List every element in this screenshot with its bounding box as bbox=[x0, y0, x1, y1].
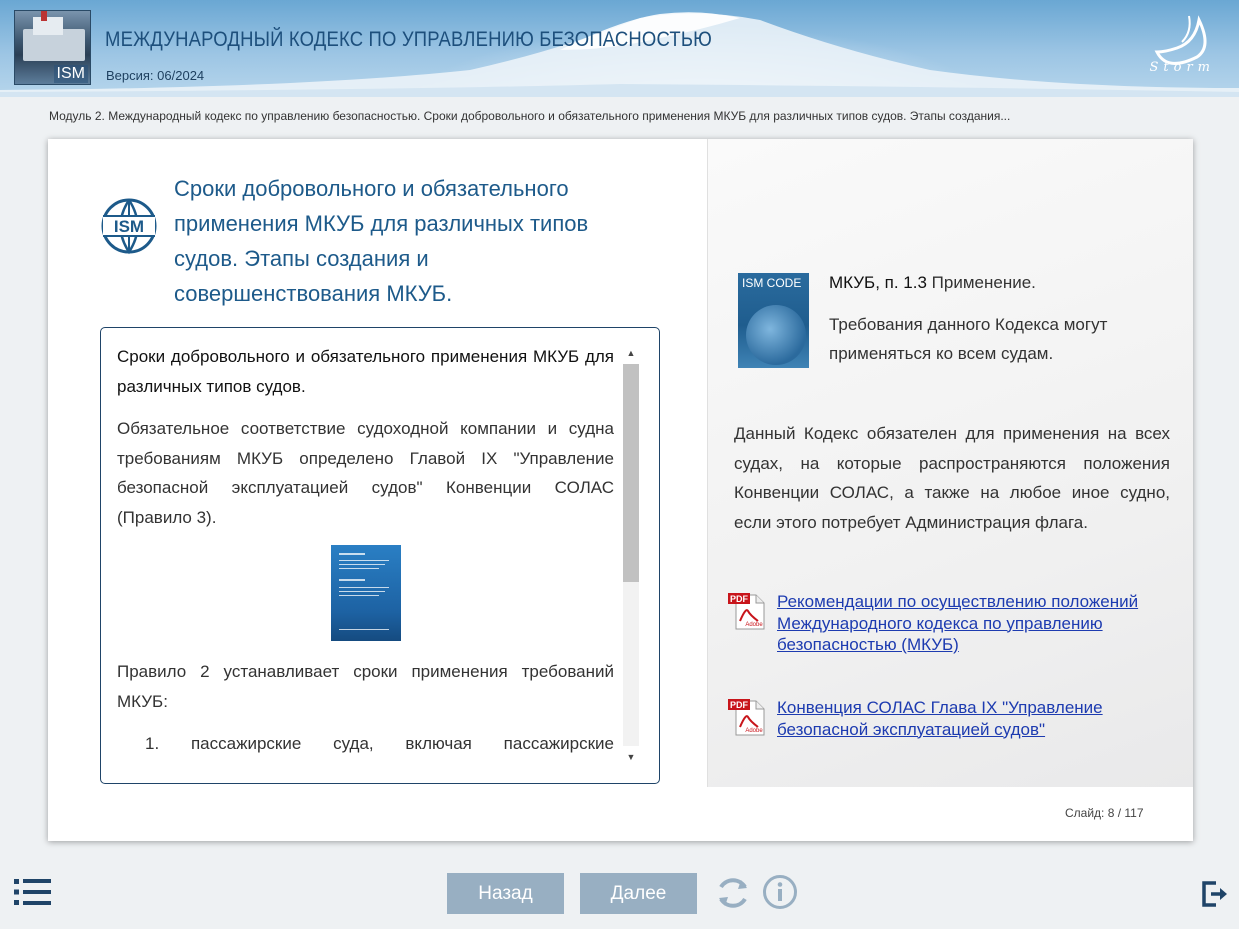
pdf-link-label[interactable]: Конвенция СОЛАС Глава IX "Управление без… bbox=[777, 697, 1177, 740]
ism-code-book-cover: ISM CODE bbox=[738, 273, 809, 368]
scroll-list-item: 1. пассажирские суда, включая пассажирск… bbox=[145, 734, 614, 753]
version-label: Версия: 06/2024 bbox=[106, 68, 205, 83]
app-header: ISM МЕЖДУНАРОДНЫЙ КОДЕКС ПО УПРАВЛЕНИЮ Б… bbox=[0, 0, 1239, 97]
back-button[interactable]: Назад bbox=[447, 873, 564, 914]
next-button[interactable]: Далее bbox=[580, 873, 697, 914]
cover-line bbox=[338, 629, 389, 630]
scroll-content: Сроки добровольного и обязательного прим… bbox=[117, 342, 614, 772]
pdf-file-icon: PDF Adobe bbox=[728, 593, 765, 630]
reference-title: Применение. bbox=[926, 273, 1036, 292]
app-logo: ISM bbox=[14, 10, 91, 85]
ism-icon-text: ISM bbox=[114, 217, 144, 236]
cover-line bbox=[338, 560, 389, 561]
cover-line bbox=[338, 579, 365, 581]
applicability-paragraph: Данный Кодекс обязателен для применения … bbox=[734, 424, 1170, 532]
ism-globe-icon: ISM bbox=[101, 198, 157, 255]
slide-card: ISM Сроки добровольного и обязательного … bbox=[48, 139, 1193, 841]
solas-book-cover bbox=[330, 545, 401, 641]
logo-badge: ISM bbox=[53, 65, 88, 83]
reference-clause: МКУБ, п. 1.3 bbox=[829, 273, 927, 292]
exit-icon[interactable] bbox=[1200, 879, 1230, 909]
logo-ship-deck bbox=[33, 17, 63, 35]
reference-panel: ISM CODE МКУБ, п. 1.3 Применение. Требов… bbox=[707, 139, 1193, 787]
brand-name: Storm bbox=[1149, 60, 1215, 75]
adobe-text: Adobe bbox=[745, 728, 763, 734]
scrollable-text-panel[interactable]: Сроки добровольного и обязательного прим… bbox=[100, 327, 660, 784]
scroll-down-arrow-icon[interactable]: ▼ bbox=[625, 752, 637, 762]
scroll-lead: Сроки добровольного и обязательного прим… bbox=[117, 347, 614, 396]
logo-ship-funnel bbox=[41, 11, 47, 21]
book-globe-image bbox=[746, 305, 806, 365]
book-label: ISM CODE bbox=[742, 276, 802, 290]
refresh-icon[interactable] bbox=[714, 874, 752, 912]
cover-line bbox=[338, 564, 385, 565]
pdf-file-icon: PDF Adobe bbox=[728, 699, 765, 736]
scroll-up-arrow-icon[interactable]: ▲ bbox=[625, 348, 637, 358]
scroll-paragraph-2: Правило 2 устанавливает сроки применения… bbox=[117, 662, 614, 711]
slide-counter: Слайд: 8 / 117 bbox=[1065, 806, 1144, 820]
slide-title: Сроки добровольного и обязательного прим… bbox=[174, 176, 589, 306]
cover-line bbox=[338, 587, 389, 588]
pdf-link-label[interactable]: Рекомендации по осуществлению положений … bbox=[777, 591, 1177, 656]
info-icon[interactable] bbox=[762, 874, 798, 910]
cover-line bbox=[338, 595, 379, 596]
reference-heading: МКУБ, п. 1.3 Применение. bbox=[829, 270, 1036, 296]
app-title: МЕЖДУНАРОДНЫЙ КОДЕКС ПО УПРАВЛЕНИЮ БЕЗОП… bbox=[105, 28, 712, 51]
cover-line bbox=[338, 553, 365, 555]
vertical-scrollbar[interactable]: ▲ ▼ bbox=[621, 342, 641, 768]
adobe-text: Adobe bbox=[745, 622, 763, 628]
menu-list-icon[interactable] bbox=[14, 879, 52, 905]
cover-line bbox=[338, 568, 379, 569]
cover-line bbox=[338, 591, 385, 592]
scrollbar-thumb[interactable] bbox=[623, 364, 639, 582]
scroll-paragraph-1: Обязательное соответствие судоходной ком… bbox=[117, 419, 614, 527]
scrollbar-track[interactable] bbox=[623, 364, 639, 746]
pdf-badge-text: PDF bbox=[730, 594, 749, 604]
pdf-badge-text: PDF bbox=[730, 700, 749, 710]
reference-text: Требования данного Кодекса могут применя… bbox=[829, 315, 1108, 363]
breadcrumb: Модуль 2. Международный кодекс по управл… bbox=[49, 109, 1011, 123]
